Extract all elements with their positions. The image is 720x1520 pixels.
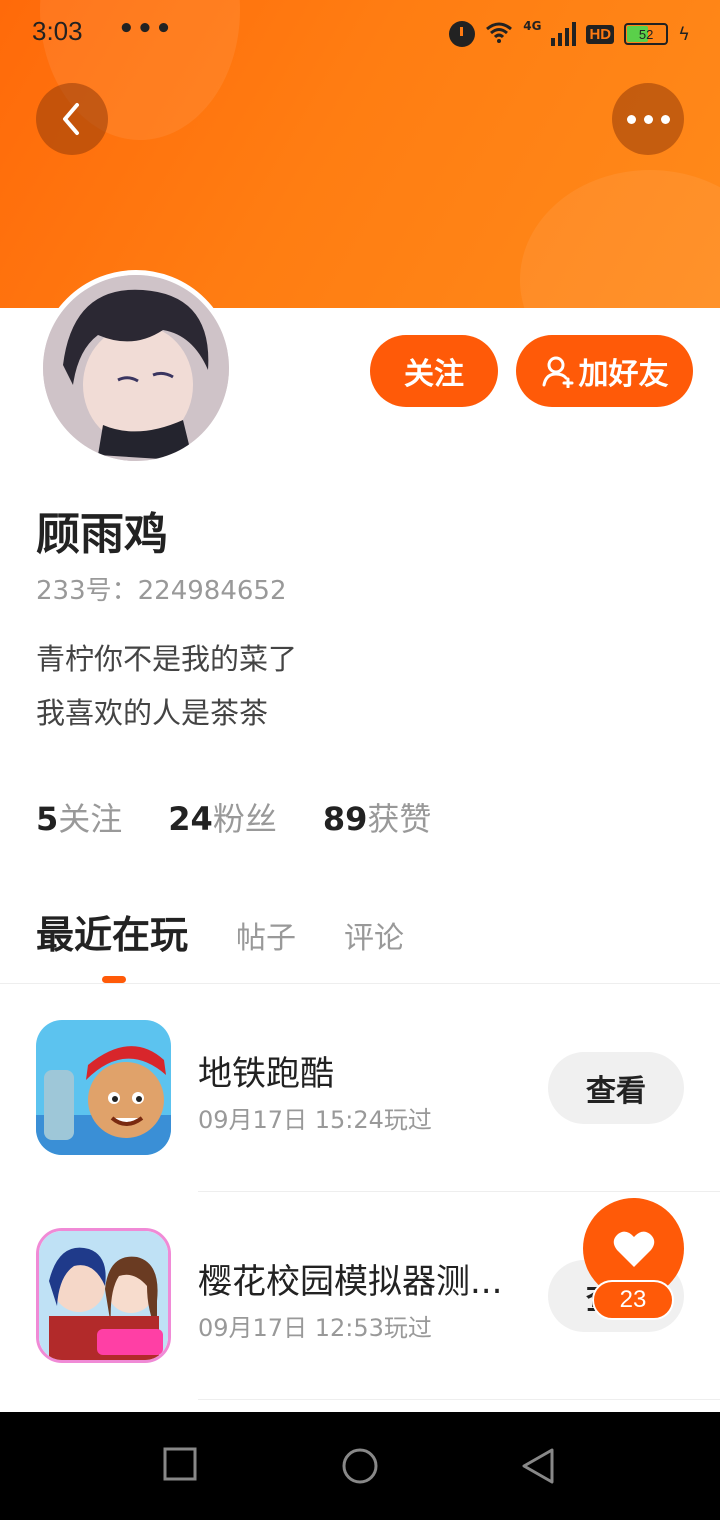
stat-likes-count: 89 [322,800,368,838]
stat-following-count: 5 [36,800,59,838]
tab-posts[interactable]: 帖子 [236,913,296,957]
tab-comments[interactable]: 评论 [344,913,404,957]
subway-surfers-icon [36,1020,171,1155]
alarm-icon [449,21,476,47]
view-game-button[interactable]: 查看 [548,1052,684,1124]
tab-recently-played[interactable]: 最近在玩 [36,904,188,959]
circle-icon[interactable] [340,1446,380,1486]
active-tab-indicator [102,976,126,983]
bio-line: 青柠你不是我的菜了 [36,642,298,676]
status-notification-dots: ••• [118,14,174,44]
stat-followers-count: 24 [168,800,213,838]
more-options-button[interactable] [612,83,684,155]
chevron-left-icon [63,103,79,135]
game-title: 樱花校园模拟器测... [198,1262,503,1302]
more-dots-icon [626,114,670,124]
add-user-icon [542,356,573,388]
square-icon[interactable] [162,1446,198,1482]
game-last-played: 09月17日 15:24玩过 [198,1106,432,1134]
stat-likes-label: 获赞 [367,800,432,838]
like-count-badge: 23 [592,1280,674,1320]
stat-followers[interactable]: 24粉丝 [168,794,277,840]
avatar[interactable] [38,270,234,466]
wifi-icon [485,21,513,47]
battery-level: 52 [638,26,654,42]
charging-icon: ϟ [678,23,690,45]
battery-icon: 52 [624,23,669,45]
signal-icon [551,22,577,46]
row-divider [198,1399,720,1400]
user-name: 顾雨鸡 [36,509,168,560]
heart-icon [613,1231,654,1267]
add-friend-button[interactable]: 加好友 [516,335,693,407]
list-item[interactable]: 地铁跑酷 09月17日 15:24玩过 查看 [0,984,720,1192]
back-button[interactable] [36,83,108,155]
status-bar: 3:03 ••• 4G HD 52 ϟ [0,0,720,66]
hd-badge: HD [586,24,615,44]
stat-following[interactable]: 5关注 [36,794,122,840]
bio-line: 我喜欢的人是茶茶 [36,696,269,730]
stat-followers-label: 粉丝 [212,800,277,838]
game-title: 地铁跑酷 [198,1054,334,1094]
follow-button-label: 关注 [404,357,464,392]
system-navigation-bar [0,1412,720,1520]
game-last-played: 09月17日 12:53玩过 [198,1314,432,1342]
user-id: 233号：224984652 [36,576,287,606]
stat-likes[interactable]: 89获赞 [323,794,432,840]
user-bio: 青柠你不是我的菜了 我喜欢的人是茶茶 [36,632,297,740]
add-friend-button-label: 加好友 [578,357,669,392]
stat-following-label: 关注 [58,800,123,838]
triangle-back-icon[interactable] [520,1446,556,1486]
follow-button[interactable]: 关注 [370,335,498,407]
profile-stats: 5关注 24粉丝 89获赞 [36,794,431,840]
network-type-label: 4G [523,19,542,33]
sakura-school-simulator-icon [36,1228,171,1363]
status-time: 3:03 [32,16,83,46]
profile-tabs: 最近在玩 帖子 评论 [36,904,452,959]
